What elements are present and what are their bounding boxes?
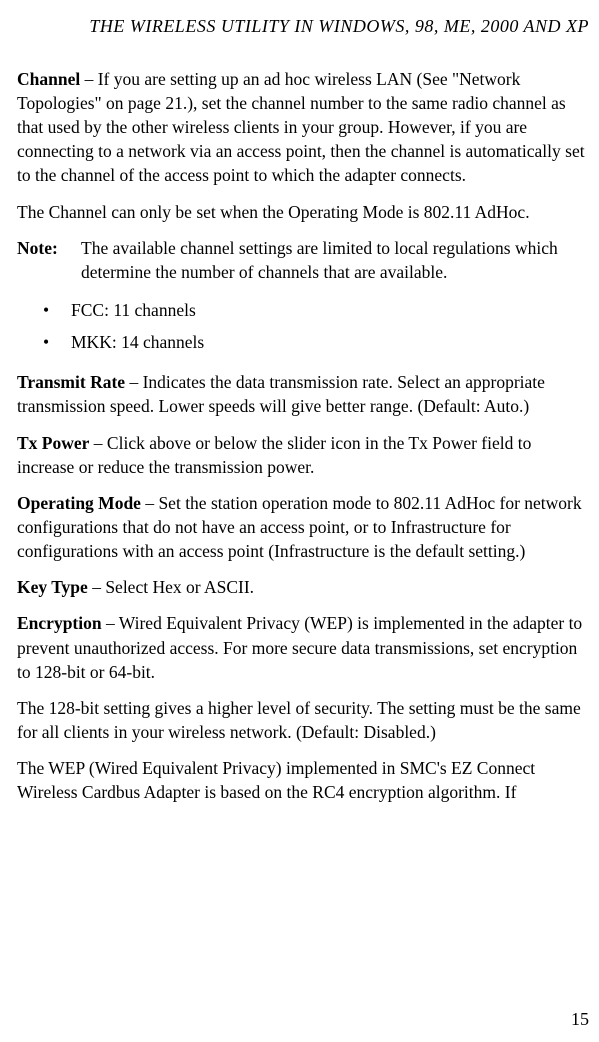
operating-mode-label: Operating Mode	[17, 493, 141, 513]
tx-power-paragraph: Tx Power – Click above or below the slid…	[17, 431, 589, 479]
channel-paragraph: Channel – If you are setting up an ad ho…	[17, 67, 589, 188]
tx-power-text: – Click above or below the slider icon i…	[17, 433, 531, 477]
transmit-rate-paragraph: Transmit Rate – Indicates the data trans…	[17, 370, 589, 418]
channel-note-paragraph: The Channel can only be set when the Ope…	[17, 200, 589, 224]
note-text: The available channel settings are limit…	[81, 236, 589, 284]
key-type-paragraph: Key Type – Select Hex or ASCII.	[17, 575, 589, 599]
page-number: 15	[571, 1007, 589, 1032]
key-type-text: – Select Hex or ASCII.	[88, 577, 254, 597]
channel-text: – If you are setting up an ad hoc wirele…	[17, 69, 585, 186]
note-label: Note:	[17, 236, 81, 284]
channel-regulation-list: FCC: 11 channels MKK: 14 channels	[43, 298, 589, 354]
encryption-p3: The WEP (Wired Equivalent Privacy) imple…	[17, 756, 589, 804]
transmit-rate-label: Transmit Rate	[17, 372, 125, 392]
tx-power-label: Tx Power	[17, 433, 89, 453]
encryption-label: Encryption	[17, 613, 102, 633]
operating-mode-paragraph: Operating Mode – Set the station operati…	[17, 491, 589, 563]
channel-label: Channel	[17, 69, 80, 89]
list-item: FCC: 11 channels	[43, 298, 589, 322]
encryption-text: – Wired Equivalent Privacy (WEP) is impl…	[17, 613, 582, 681]
note-block: Note: The available channel settings are…	[17, 236, 589, 284]
encryption-paragraph: Encryption – Wired Equivalent Privacy (W…	[17, 611, 589, 683]
list-item: MKK: 14 channels	[43, 330, 589, 354]
running-header: THE WIRELESS UTILITY IN WINDOWS, 98, ME,…	[17, 14, 589, 39]
encryption-p2: The 128-bit setting gives a higher level…	[17, 696, 589, 744]
key-type-label: Key Type	[17, 577, 88, 597]
